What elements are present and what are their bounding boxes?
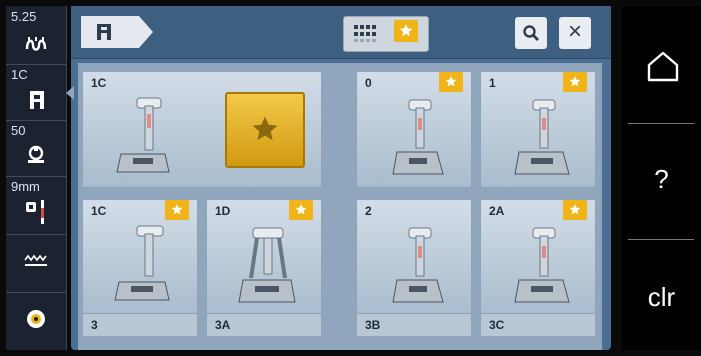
presser-foot-card-partial[interactable]: 3A xyxy=(206,313,322,337)
stitch-length-value: 5.25 xyxy=(11,9,37,24)
presser-foot-panel: × 1C 0 1 1C 1D 2 2A 3 3A 3B 3C xyxy=(71,6,611,350)
presser-foot-label: 1C xyxy=(91,204,107,218)
help-button[interactable]: ? xyxy=(622,124,701,234)
presser-foot-label: 1D xyxy=(215,204,231,218)
presser-foot-image xyxy=(392,99,444,175)
clear-button[interactable]: clr xyxy=(622,240,701,350)
screen-frame: 5.25 1C 50 9mm × 1C 0 1 1C 1D 2 2A 3 3A … xyxy=(0,0,701,356)
presser-foot-card-partial[interactable]: 3C xyxy=(480,313,596,337)
presser-foot-label: 3A xyxy=(215,318,231,332)
selection-pointer xyxy=(66,86,74,100)
favorite-badge xyxy=(165,200,189,220)
presser-foot-card-partial[interactable]: 3B xyxy=(356,313,472,337)
stitch-length-icon xyxy=(25,37,47,51)
presser-foot-image xyxy=(514,227,570,303)
star-icon xyxy=(445,76,457,87)
home-button[interactable] xyxy=(622,6,701,116)
star-icon xyxy=(171,204,183,215)
presser-foot-grid: 1C 0 1 1C 1D 2 2A xyxy=(78,63,602,350)
presser-foot-image xyxy=(114,225,170,301)
favorite-badge xyxy=(439,72,463,92)
presser-foot-card[interactable]: 1D xyxy=(206,199,322,316)
needle-value: 9mm xyxy=(11,179,40,194)
star-icon xyxy=(569,76,581,87)
favorite-badge xyxy=(563,72,587,92)
thread-tension-cell[interactable]: 50 xyxy=(6,120,66,177)
presser-foot-label: 3C xyxy=(489,318,505,332)
panel-toolbar: × xyxy=(71,6,611,59)
bobbin-cell[interactable] xyxy=(6,292,66,350)
presser-foot-label: 1 xyxy=(489,76,496,90)
presser-foot-card[interactable]: 1 xyxy=(480,71,596,188)
favorite-badge xyxy=(289,200,313,220)
presser-foot-card[interactable]: 1C xyxy=(82,71,322,188)
search-icon xyxy=(523,25,539,41)
stitch-pattern-icon xyxy=(24,254,47,266)
presser-foot-label: 3B xyxy=(365,318,381,332)
favorite-badge xyxy=(563,200,587,220)
presser-foot-value: 1C xyxy=(11,67,28,82)
presser-foot-image xyxy=(392,227,444,303)
view-toggle[interactable] xyxy=(343,16,429,52)
presser-foot-cell[interactable]: 1C xyxy=(6,64,66,121)
favorites-view-icon xyxy=(394,20,418,42)
help-icon: ? xyxy=(654,164,669,194)
bobbin-icon xyxy=(27,310,45,328)
presser-foot-card[interactable]: 2A xyxy=(480,199,596,316)
presser-foot-card[interactable]: 1C xyxy=(82,199,198,316)
needle-plate-icon xyxy=(26,200,44,224)
close-icon: × xyxy=(567,18,582,45)
search-button[interactable] xyxy=(515,17,547,49)
presser-foot-image xyxy=(238,227,296,303)
system-buttons: ? clr xyxy=(622,6,701,350)
presser-foot-label: 2 xyxy=(365,204,372,218)
star-icon xyxy=(569,204,581,215)
presser-foot-icon xyxy=(30,91,44,109)
needle-cell[interactable]: 9mm xyxy=(6,176,66,235)
presser-foot-tab[interactable] xyxy=(81,16,153,48)
stitch-length-cell[interactable]: 5.25 xyxy=(6,6,66,65)
presser-foot-label: 0 xyxy=(365,76,372,90)
thread-tension-value: 50 xyxy=(11,123,26,138)
presser-foot-card-partial[interactable]: 3 xyxy=(82,313,198,337)
presser-foot-card[interactable]: 0 xyxy=(356,71,472,188)
grid-view-icon xyxy=(354,25,376,42)
presser-foot-image xyxy=(514,99,570,175)
close-button[interactable]: × xyxy=(559,17,591,49)
stitch-pattern-cell[interactable] xyxy=(6,234,66,293)
thread-tension-icon xyxy=(28,145,44,163)
presser-foot-label: 3 xyxy=(91,318,98,332)
status-column: 5.25 1C 50 9mm xyxy=(6,6,67,350)
presser-foot-card[interactable]: 2 xyxy=(356,199,472,316)
favorites-star-icon xyxy=(399,24,413,37)
presser-foot-image xyxy=(116,97,170,173)
presser-foot-label: 2A xyxy=(489,204,505,218)
presser-foot-tab-icon xyxy=(97,24,111,40)
star-icon xyxy=(295,204,307,215)
favorite-toggle[interactable] xyxy=(225,92,305,168)
presser-foot-label: 1C xyxy=(91,76,107,90)
clear-label: clr xyxy=(647,282,676,312)
favorite-star-icon xyxy=(252,116,278,141)
home-icon xyxy=(647,51,679,82)
